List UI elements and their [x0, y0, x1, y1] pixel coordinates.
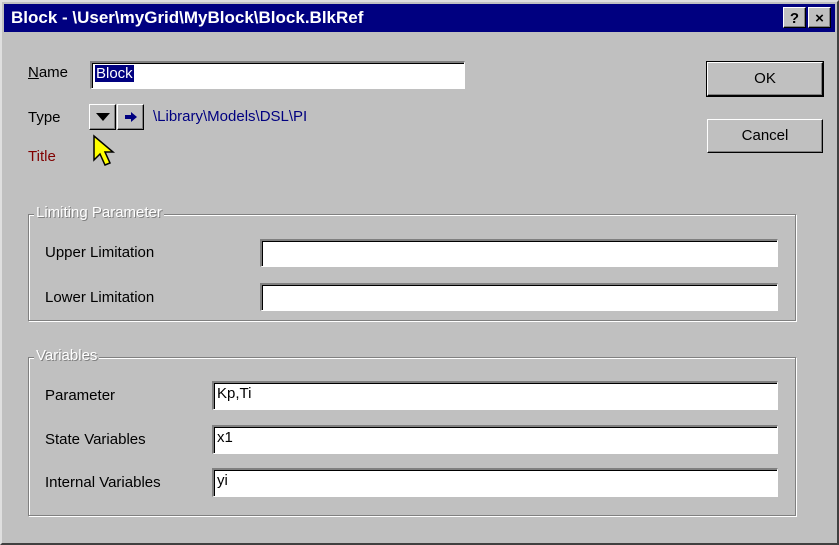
arrow-right-icon [124, 112, 137, 122]
title-bar[interactable]: Block - \User\myGrid\MyBlock\Block.BlkRe… [4, 4, 835, 32]
lower-limitation-field[interactable] [260, 283, 778, 311]
title-label: Title [28, 148, 56, 165]
internal-variables-field[interactable]: yi [212, 468, 778, 497]
type-label: Type [28, 109, 61, 126]
name-field[interactable]: Block [90, 61, 465, 89]
internal-variables-label: Internal Variables [45, 474, 161, 491]
limiting-parameter-title: Limiting Parameter [34, 204, 164, 221]
name-value: Block [95, 65, 134, 82]
mouse-cursor-icon [93, 134, 116, 166]
help-button[interactable]: ? [783, 7, 806, 28]
state-variables-label: State Variables [45, 431, 146, 448]
upper-limitation-field[interactable] [260, 239, 778, 267]
name-label: Name [28, 64, 69, 81]
cancel-button[interactable]: Cancel [707, 119, 823, 153]
type-dropdown-button[interactable] [89, 104, 116, 130]
state-variables-field[interactable]: x1 [212, 425, 778, 454]
type-jump-button[interactable] [117, 104, 144, 130]
type-path-link[interactable]: \Library\Models\DSL\PI [153, 108, 307, 125]
upper-limitation-label: Upper Limitation [45, 244, 155, 261]
parameter-field[interactable]: Kp,Ti [212, 381, 778, 410]
parameter-label: Parameter [45, 387, 116, 404]
close-button[interactable]: × [808, 7, 831, 28]
window-title: Block - \User\myGrid\MyBlock\Block.BlkRe… [11, 8, 364, 27]
dialog-window: Block - \User\myGrid\MyBlock\Block.BlkRe… [0, 0, 839, 545]
ok-button[interactable]: OK [706, 61, 824, 97]
lower-limitation-label: Lower Limitation [45, 289, 155, 306]
chevron-down-icon [95, 112, 110, 121]
variables-title: Variables [34, 347, 100, 364]
